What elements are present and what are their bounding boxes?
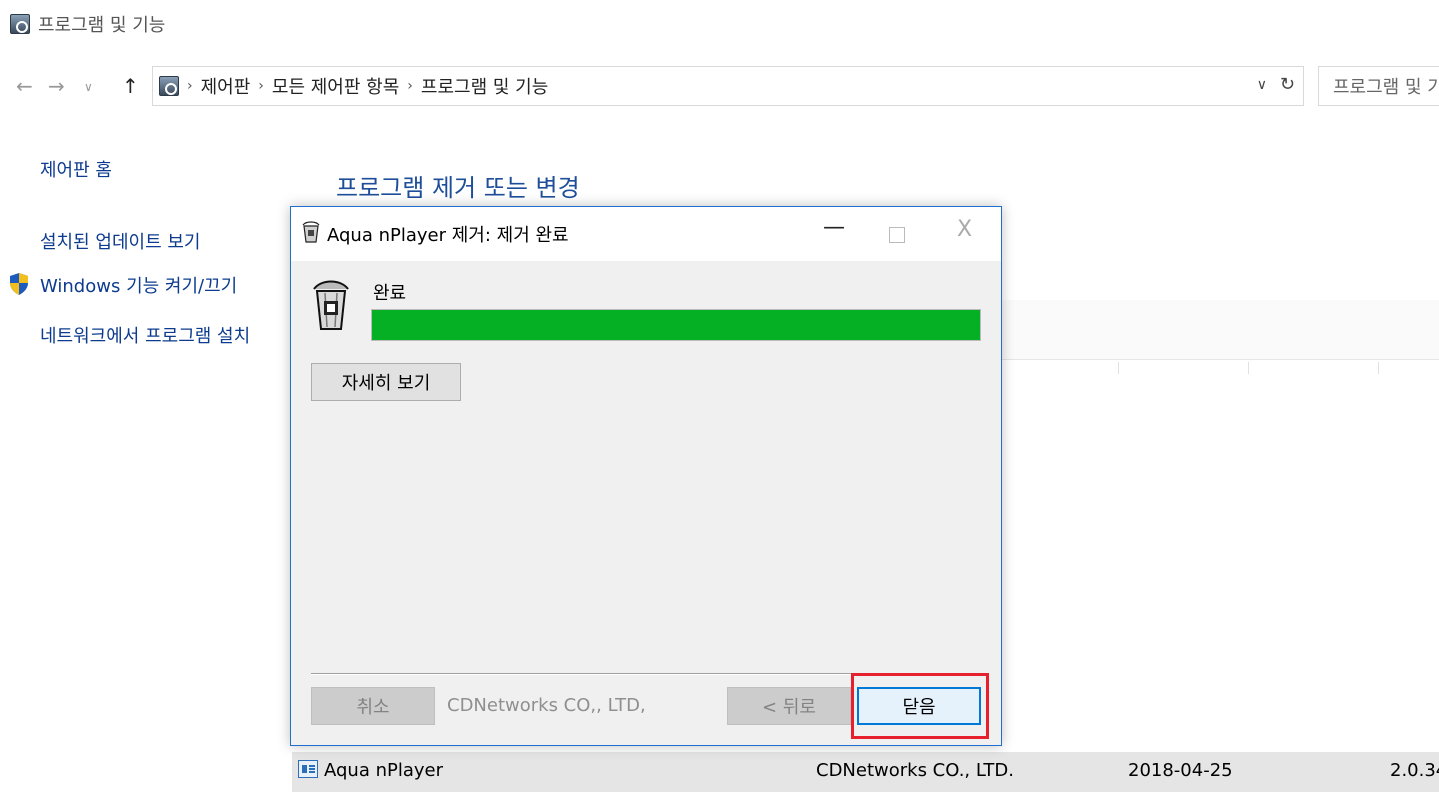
show-details-button[interactable]: 자세히 보기 [311, 363, 461, 401]
table-row[interactable]: Aqua nPlayer CDNetworks CO., LTD. 2018-0… [292, 752, 1439, 792]
address-bar[interactable]: › 제어판 › 모든 제어판 항목 › 프로그램 및 기능 ∨ ↻ [152, 66, 1304, 106]
forward-arrow-icon[interactable]: → [48, 74, 65, 98]
sidebar-item-windows-features[interactable]: Windows 기능 켜기/끄기 [40, 272, 237, 298]
maximize-icon [889, 227, 905, 243]
search-input[interactable]: 프로그램 및 기능 검색 [1318, 66, 1439, 106]
breadcrumb-control-panel[interactable]: 제어판 [201, 73, 251, 99]
cancel-button[interactable]: 취소 [311, 687, 435, 725]
divider [311, 674, 983, 675]
back-arrow-icon[interactable]: ← [16, 74, 33, 98]
dialog-title-bar[interactable]: Aqua nPlayer 제거: 제거 완료 — X [291, 207, 1001, 261]
uninstall-dialog: Aqua nPlayer 제거: 제거 완료 — X 완료 자세히 보기 취소 … [290, 206, 1002, 746]
progress-fill [372, 310, 980, 340]
progress-bar [371, 309, 981, 341]
window-title: 프로그램 및 기능 [38, 15, 166, 36]
breadcrumb-all-items[interactable]: 모든 제어판 항목 [272, 73, 399, 99]
breadcrumb-separator: › [258, 78, 264, 94]
page-title: 프로그램 제거 또는 변경 [336, 174, 580, 202]
program-installed-date: 2018-04-25 [1128, 760, 1233, 781]
publisher-branding: CDNetworks CO,, LTD, [447, 695, 646, 716]
column-divider [1118, 362, 1119, 374]
control-panel-icon [159, 76, 179, 96]
trash-icon [313, 280, 349, 330]
up-arrow-icon[interactable]: ↑ [122, 74, 139, 98]
refresh-icon[interactable]: ↻ [1280, 74, 1295, 95]
status-label: 완료 [373, 283, 407, 304]
dialog-title: Aqua nPlayer 제거: 제거 완료 [327, 225, 569, 246]
sidebar-item-install-from-network[interactable]: 네트워크에서 프로그램 설치 [40, 322, 250, 348]
shield-icon [10, 273, 28, 295]
breadcrumb-separator: › [407, 78, 413, 94]
program-name: Aqua nPlayer [324, 760, 444, 781]
recent-locations-icon[interactable]: ∨ [84, 80, 93, 94]
breadcrumb-separator: › [187, 78, 193, 94]
sidebar-item-control-panel-home[interactable]: 제어판 홈 [40, 156, 112, 182]
program-version: 2.0.34 [1390, 760, 1439, 781]
sidebar-item-view-updates[interactable]: 설치된 업데이트 보기 [40, 228, 200, 254]
breadcrumb-programs-features[interactable]: 프로그램 및 기능 [421, 73, 548, 99]
window-title-bar: 프로그램 및 기능 [10, 10, 165, 38]
program-publisher: CDNetworks CO., LTD. [816, 760, 1014, 781]
address-dropdown-icon[interactable]: ∨ [1257, 77, 1267, 93]
control-panel-icon [10, 14, 30, 34]
close-icon[interactable]: X [957, 217, 972, 242]
close-button[interactable]: 닫음 [857, 687, 981, 725]
back-button[interactable]: < 뒤로 [727, 687, 851, 725]
column-divider [1378, 362, 1379, 374]
minimize-icon[interactable]: — [823, 215, 845, 240]
list-header [1000, 300, 1439, 360]
app-icon [298, 760, 318, 778]
navigation-bar: ← → ∨ ↑ › 제어판 › 모든 제어판 항목 › 프로그램 및 기능 ∨ … [0, 66, 1439, 110]
trash-icon [302, 221, 320, 243]
column-divider [1248, 362, 1249, 374]
